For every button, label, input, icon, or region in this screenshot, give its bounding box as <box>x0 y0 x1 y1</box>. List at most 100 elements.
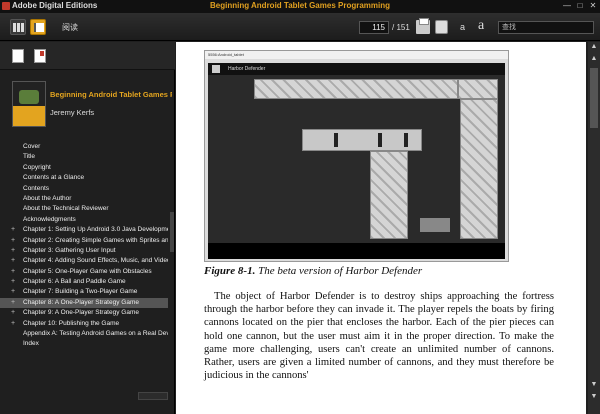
sidebar-footer-control[interactable] <box>138 392 168 400</box>
scroll-down-icon[interactable]: ▼ <box>588 380 600 390</box>
toc-item-label: Contents at a Glance <box>23 174 85 182</box>
crate-column-center <box>370 151 408 239</box>
toc-item-label: Chapter 5: One-Player Game with Obstacle… <box>23 267 152 275</box>
toc-item-label: Chapter 1: Setting Up Android 3.0 Java D… <box>23 226 168 234</box>
expand-icon[interactable]: + <box>11 298 15 308</box>
expand-icon[interactable]: + <box>11 236 15 246</box>
scroll-up-icon[interactable]: ▲ <box>588 54 600 64</box>
close-button[interactable]: ✕ <box>588 1 598 10</box>
reading-view-icon[interactable] <box>30 19 46 35</box>
toc-item[interactable]: Copyright <box>0 163 168 173</box>
sidebar-scrollbar[interactable] <box>170 212 174 252</box>
caption-label: Figure 8-1. <box>204 265 256 277</box>
fortress <box>420 218 450 232</box>
bookmark-icon[interactable] <box>435 20 448 34</box>
toc-item[interactable]: + Chapter 8: A One-Player Strategy Game <box>0 297 168 309</box>
title-bar: Adobe Digital Editions Beginning Android… <box>0 0 600 13</box>
book-author: Jeremy Kerfs <box>50 108 95 117</box>
book-cover <box>12 81 46 127</box>
cannon <box>404 133 408 147</box>
expand-icon[interactable]: + <box>11 225 15 235</box>
document-title: Beginning Android Tablet Games Programmi… <box>209 1 390 10</box>
table-of-contents: Cover Title Copyright Contents at a Glance C… <box>0 142 168 350</box>
figure-android-nav-bar <box>208 243 505 259</box>
adobe-digital-editions-window: Adobe Digital Editions Beginning Android… <box>0 0 600 414</box>
figure-app-title: Harbor Defender <box>208 63 505 75</box>
search-input[interactable]: 查找 <box>498 21 594 34</box>
book-title: Beginning Android Tablet Games P... <box>50 90 172 99</box>
toc-item-label: Index <box>23 340 39 348</box>
toc-item[interactable]: + Chapter 10: Publishing the Game <box>0 319 168 329</box>
toc-item-label: Chapter 7: Building a Two-Player Game <box>23 288 138 296</box>
toc-item[interactable]: Cover <box>0 142 168 152</box>
print-icon[interactable] <box>416 18 430 34</box>
toc-item-label: Chapter 6: A Ball and Paddle Game <box>23 278 126 286</box>
toc-item[interactable]: + Chapter 3: Gathering User Input <box>0 246 168 256</box>
toc-item[interactable]: Contents at a Glance <box>0 173 168 183</box>
toc-item-label: Appendix A: Testing Android Games on a R… <box>23 330 168 338</box>
toc-item[interactable]: + Chapter 6: A Ball and Paddle Game <box>0 277 168 287</box>
toc-item-label: Title <box>23 153 36 161</box>
expand-icon[interactable]: + <box>11 287 15 297</box>
toc-item-label: Cover <box>23 143 41 150</box>
toc-item[interactable]: + Chapter 5: One-Player Game with Obstacl… <box>0 267 168 277</box>
window-controls: — □ ✕ <box>562 1 598 10</box>
toc-item-label: Chapter 3: Gathering User Input <box>23 246 116 254</box>
toc-item-label: Contents <box>23 184 50 192</box>
scroll-top-icon[interactable]: ▲ <box>588 42 600 52</box>
toc-item-label: About the Author <box>23 194 72 202</box>
toc-item[interactable]: Title <box>0 152 168 162</box>
crate-top-right <box>458 79 498 99</box>
sidebar-tabs <box>0 42 175 70</box>
toc-item-label: Chapter 10: Publishing the Game <box>23 319 120 327</box>
scroll-thumb[interactable] <box>590 68 598 128</box>
toc-item[interactable]: Contents <box>0 184 168 194</box>
toc-item-label: Chapter 9: A One-Player Strategy Game <box>23 309 139 317</box>
toc-item-label: Chapter 4: Adding Sound Effects, Music, … <box>23 257 168 265</box>
toc-item[interactable]: Index <box>0 339 168 349</box>
figure-window-title: 5556:Android_tablet <box>205 51 508 59</box>
cannon <box>378 133 382 147</box>
sidebar: Beginning Android Tablet Games P... Jere… <box>0 42 175 414</box>
body-paragraph: The object of Harbor Defender is to dest… <box>204 291 554 382</box>
page-number-input[interactable]: 115 <box>359 21 389 34</box>
toc-item[interactable]: About the Technical Reviewer <box>0 204 168 214</box>
toc-item-label: Chapter 2: Creating Simple Games with Sp… <box>23 236 168 244</box>
decrease-font-button[interactable]: a <box>460 22 465 32</box>
toolbar: 阅读 115 / 151 a a 查找 <box>0 13 600 41</box>
expand-icon[interactable]: + <box>11 277 15 287</box>
page-total: / 151 <box>392 23 410 32</box>
book-page: 5556:Android_tablet Harbor Defender Figu… <box>176 42 586 414</box>
toc-item[interactable]: + Chapter 2: Creating Simple Games with S… <box>0 236 168 246</box>
toc-item[interactable]: Acknowledgments <box>0 215 168 225</box>
cannon <box>334 133 338 147</box>
expand-icon[interactable]: + <box>11 246 15 256</box>
expand-icon[interactable]: + <box>11 308 15 318</box>
expand-icon[interactable]: + <box>11 319 15 329</box>
toc-item-label: Acknowledgments <box>23 215 76 223</box>
toc-item-label: About the Technical Reviewer <box>23 205 109 213</box>
toc-item-label: Copyright <box>23 163 51 171</box>
toc-item[interactable]: Appendix A: Testing Android Games on a R… <box>0 329 168 339</box>
page-scrollbar[interactable]: ▲ ▲ ▼ ▼ <box>588 42 600 414</box>
toc-item[interactable]: + Chapter 9: A One-Player Strategy Game <box>0 308 168 318</box>
expand-icon[interactable]: + <box>11 267 15 277</box>
toc-item[interactable]: + Chapter 4: Adding Sound Effects, Music,… <box>0 256 168 266</box>
scroll-bottom-icon[interactable]: ▼ <box>588 392 600 402</box>
figure-app: Harbor Defender <box>208 63 505 259</box>
toc-item[interactable]: About the Author <box>0 194 168 204</box>
increase-font-button[interactable]: a <box>478 18 484 34</box>
library-icon[interactable] <box>10 19 26 35</box>
view-menu[interactable]: 阅读 <box>62 22 78 33</box>
maximize-button[interactable]: □ <box>575 1 585 10</box>
toc-icon[interactable] <box>12 49 24 63</box>
expand-icon[interactable]: + <box>11 256 15 266</box>
crate-column-right <box>460 99 498 239</box>
toc-item[interactable]: + Chapter 7: Building a Two-Player Game <box>0 287 168 297</box>
caption-text: The beta version of Harbor Defender <box>255 265 423 277</box>
crate-row-top <box>254 79 458 99</box>
notes-icon[interactable] <box>34 49 46 63</box>
figure-screenshot: 5556:Android_tablet Harbor Defender <box>204 50 509 262</box>
toc-item[interactable]: + Chapter 1: Setting Up Android 3.0 Java … <box>0 225 168 235</box>
minimize-button[interactable]: — <box>562 1 572 10</box>
